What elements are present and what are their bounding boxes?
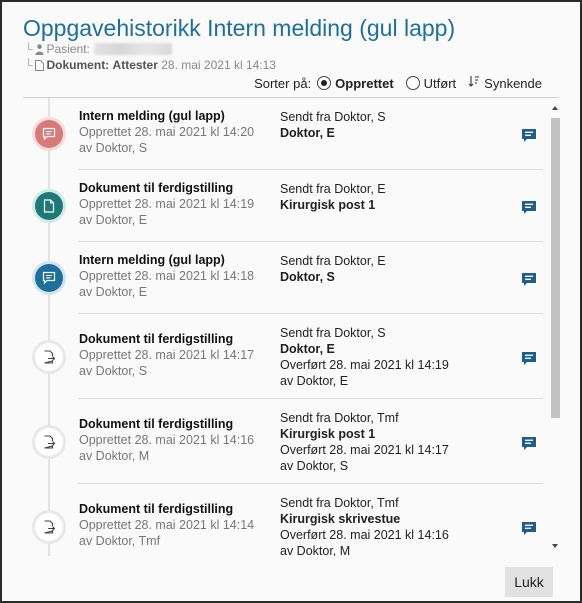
sort-bar: Sorter på: Opprettet Utført Synkende <box>254 75 542 91</box>
task-routing: Sendt fra Doktor, S Doktor, E <box>280 109 386 141</box>
task-routing: Sendt fra Doktor, Tmf Kirurgisk skrivestu… <box>280 495 449 556</box>
sort-option-created[interactable]: Opprettet <box>317 76 394 91</box>
task-info: Dokument til ferdigstilling Opprettet 28.… <box>79 501 254 549</box>
document-forward-icon <box>35 343 63 371</box>
task-created-by: av Doktor, E <box>79 285 148 299</box>
task-info: Dokument til ferdigstilling Opprettet 28.… <box>79 416 254 464</box>
task-info: Dokument til ferdigstilling Opprettet 28.… <box>79 331 254 379</box>
task-recipient: Kirurgisk post 1 <box>280 198 376 212</box>
task-created: Opprettet 28. mai 2021 kl 14:14 <box>79 518 255 532</box>
task-routing: Sendt fra Doktor, Tmf Kirurgisk post 1 Ove… <box>280 410 449 474</box>
task-transferred: Overført 28. mai 2021 kl 14:16 <box>280 528 449 542</box>
task-created-by: av Doktor, M <box>79 449 150 463</box>
task-title: Intern melding (gul lapp) <box>79 253 225 267</box>
task-created: Opprettet 28. mai 2021 kl 14:19 <box>79 197 255 211</box>
comment-icon[interactable] <box>521 128 539 144</box>
task-created-by: av Doktor, S <box>79 364 148 378</box>
document-line: └ Dokument: Attester 28. mai 2021 kl 14:1… <box>24 58 276 74</box>
document-label: Dokument: <box>46 58 110 72</box>
task-created: Opprettet 28. mai 2021 kl 14:17 <box>79 348 255 362</box>
document-forward-icon <box>35 513 63 541</box>
document-date: 28. mai 2021 kl 14:13 <box>161 58 276 72</box>
document-icon <box>35 192 63 220</box>
task-sent-from: Sendt fra Doktor, Tmf <box>280 411 399 425</box>
task-recipient: Doktor, S <box>280 270 335 284</box>
comment-icon[interactable] <box>521 351 539 367</box>
task-recipient: Doktor, E <box>280 126 335 140</box>
task-routing: Sendt fra Doktor, E Doktor, S <box>280 253 386 285</box>
task-transferred-by: av Doktor, E <box>280 374 349 388</box>
task-history-dialog: Oppgavehistorikk Intern melding (gul lap… <box>0 0 582 603</box>
task-sent-from: Sendt fra Doktor, Tmf <box>280 496 399 510</box>
task-title: Dokument til ferdigstilling <box>79 332 234 346</box>
patient-label: Pasient: <box>46 42 90 56</box>
scroll-up-arrow-icon[interactable] <box>552 106 558 110</box>
comment-icon[interactable] <box>521 200 539 216</box>
task-title: Dokument til ferdigstilling <box>79 502 234 516</box>
task-title: Dokument til ferdigstilling <box>79 181 234 195</box>
task-created: Opprettet 28. mai 2021 kl 14:18 <box>79 269 255 283</box>
sort-direction-toggle[interactable]: Synkende <box>468 75 542 91</box>
task-row: Intern melding (gul lapp) Opprettet 28. m… <box>23 98 543 170</box>
comment-icon[interactable] <box>521 436 539 452</box>
task-sent-from: Sendt fra Doktor, S <box>280 110 386 124</box>
radio-unselected-icon[interactable] <box>405 76 420 90</box>
document-forward-badge <box>32 340 66 374</box>
task-sent-from: Sendt fra Doktor, E <box>280 254 386 268</box>
document-type: Attester <box>112 58 158 72</box>
task-transferred-by: av Doktor, S <box>280 459 349 473</box>
scrollbar-thumb[interactable] <box>551 118 560 418</box>
task-created-by: av Doktor, E <box>79 213 148 227</box>
task-transferred: Overført 28. mai 2021 kl 14:17 <box>280 443 449 457</box>
task-title: Intern melding (gul lapp) <box>79 109 225 123</box>
message-badge <box>32 117 66 151</box>
document-outline-icon <box>34 60 44 74</box>
task-routing: Sendt fra Doktor, E Kirurgisk post 1 <box>280 181 386 213</box>
patient-line: └ Pasient: <box>24 42 172 58</box>
close-button[interactable]: Lukk <box>505 567 553 597</box>
vertical-scrollbar[interactable] <box>550 100 562 556</box>
person-icon <box>35 44 44 58</box>
patient-name-redacted <box>93 43 172 55</box>
task-transferred-by: av Doktor, M <box>280 544 351 556</box>
message-badge <box>32 261 66 295</box>
task-created-by: av Doktor, S <box>79 141 148 155</box>
task-info: Intern melding (gul lapp) Opprettet 28. m… <box>79 252 254 300</box>
task-recipient: Kirurgisk post 1 <box>280 427 376 441</box>
task-row: Dokument til ferdigstilling Opprettet 28.… <box>23 484 543 556</box>
task-created: Opprettet 28. mai 2021 kl 14:20 <box>79 125 255 139</box>
comment-icon[interactable] <box>521 272 539 288</box>
task-row: Dokument til ferdigstilling Opprettet 28.… <box>23 170 543 242</box>
task-routing: Sendt fra Doktor, S Doktor, E Overført 28.… <box>280 325 449 389</box>
task-info: Intern melding (gul lapp) Opprettet 28. m… <box>79 108 254 156</box>
task-created-by: av Doktor, Tmf <box>79 534 161 548</box>
dialog-title: Oppgavehistorikk Intern melding (gul lap… <box>23 15 456 41</box>
document-badge <box>32 189 66 223</box>
task-row: Dokument til ferdigstilling Opprettet 28.… <box>23 314 543 399</box>
document-forward-badge <box>32 425 66 459</box>
task-info: Dokument til ferdigstilling Opprettet 28.… <box>79 180 254 228</box>
sort-descending-icon <box>468 75 484 91</box>
document-forward-badge <box>32 510 66 544</box>
task-recipient: Doktor, E <box>280 342 335 356</box>
comment-icon[interactable] <box>521 521 539 537</box>
task-sent-from: Sendt fra Doktor, S <box>280 326 386 340</box>
radio-selected-icon[interactable] <box>317 76 332 90</box>
task-title: Dokument til ferdigstilling <box>79 417 234 431</box>
task-row: Dokument til ferdigstilling Opprettet 28.… <box>23 399 543 484</box>
task-recipient: Kirurgisk skrivestue <box>280 512 401 526</box>
sort-label: Sorter på: <box>254 75 312 91</box>
document-forward-icon <box>35 428 63 456</box>
task-transferred: Overført 28. mai 2021 kl 14:19 <box>280 358 449 372</box>
task-created: Opprettet 28. mai 2021 kl 14:16 <box>79 433 255 447</box>
message-icon <box>35 120 63 148</box>
task-sent-from: Sendt fra Doktor, E <box>280 182 386 196</box>
scroll-down-arrow-icon[interactable] <box>552 544 558 548</box>
task-history-list: Intern melding (gul lapp) Opprettet 28. m… <box>23 98 561 556</box>
sort-option-completed[interactable]: Utført <box>405 76 456 91</box>
message-icon <box>35 264 63 292</box>
task-row: Intern melding (gul lapp) Opprettet 28. m… <box>23 242 543 314</box>
